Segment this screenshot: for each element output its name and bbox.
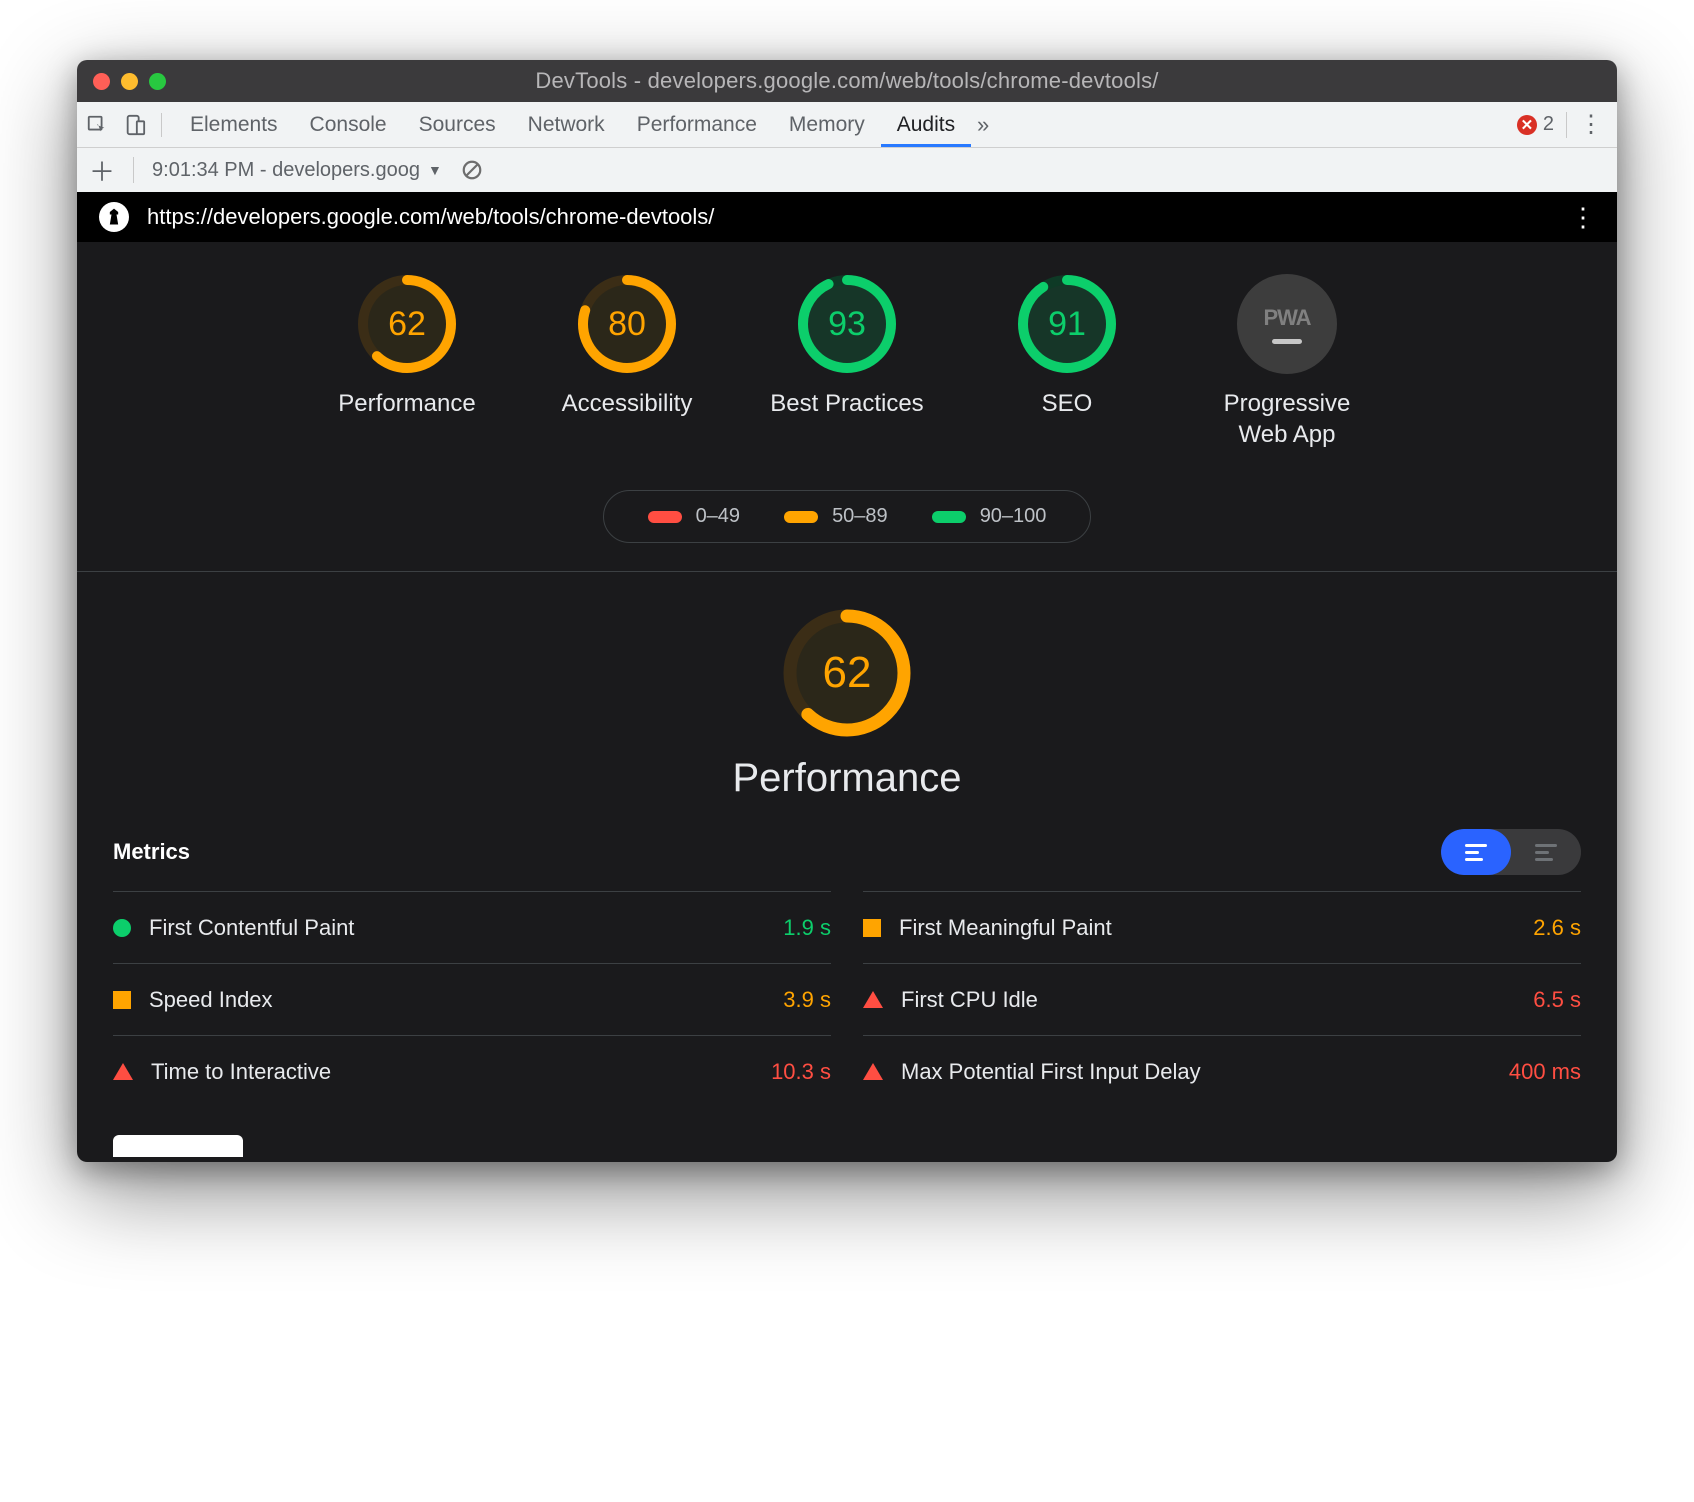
- metrics-view-toggle[interactable]: [1441, 829, 1581, 875]
- gauge-best-practices[interactable]: 93 Best Practices: [757, 274, 937, 450]
- metric-row[interactable]: Speed Index 3.9 s: [113, 963, 831, 1035]
- audit-history-select[interactable]: 9:01:34 PM - developers.goog ▼: [152, 159, 442, 182]
- zoom-window-button[interactable]: [149, 73, 166, 90]
- error-count: 2: [1543, 113, 1554, 136]
- metric-name: First Meaningful Paint: [899, 915, 1112, 941]
- category-gauges: 62 Performance 80 Accessibility 93 Best …: [77, 242, 1617, 472]
- legend-fail: 0–49: [648, 505, 741, 528]
- score-legend: 0–49 50–89 90–100: [77, 490, 1617, 543]
- metric-row[interactable]: First Contentful Paint 1.9 s: [113, 891, 831, 963]
- gauge-seo[interactable]: 91 SEO: [977, 274, 1157, 450]
- gauge-pwa[interactable]: PWA Progressive Web App: [1197, 274, 1377, 450]
- tab-performance[interactable]: Performance: [621, 102, 773, 147]
- metric-value: 6.5 s: [1533, 987, 1581, 1013]
- metrics-heading: Metrics: [113, 839, 190, 865]
- audits-toolbar: ＋ 9:01:34 PM - developers.goog ▼: [77, 148, 1617, 192]
- gauge-accessibility[interactable]: 80 Accessibility: [537, 274, 717, 450]
- titlebar: DevTools - developers.google.com/web/too…: [77, 60, 1617, 102]
- tab-sources[interactable]: Sources: [403, 102, 512, 147]
- separator: [1566, 112, 1567, 138]
- status-red-icon: [863, 991, 883, 1008]
- legend-pass: 90–100: [932, 505, 1047, 528]
- gauge-ring: 80: [577, 274, 677, 374]
- minimize-window-button[interactable]: [121, 73, 138, 90]
- close-window-button[interactable]: [93, 73, 110, 90]
- metric-row[interactable]: Time to Interactive 10.3 s: [113, 1035, 831, 1107]
- tab-elements[interactable]: Elements: [174, 102, 294, 147]
- metric-value: 10.3 s: [771, 1059, 831, 1085]
- metric-row[interactable]: First Meaningful Paint 2.6 s: [863, 891, 1581, 963]
- metric-name: Max Potential First Input Delay: [901, 1059, 1201, 1085]
- bottom-peek: [77, 1135, 1617, 1162]
- metric-name: Time to Interactive: [151, 1059, 331, 1085]
- status-orange-icon: [863, 919, 881, 937]
- gauge-ring: 62: [357, 274, 457, 374]
- view-trace-button[interactable]: [113, 1135, 243, 1157]
- report-urlbar: https://developers.google.com/web/tools/…: [77, 192, 1617, 242]
- status-orange-icon: [113, 991, 131, 1009]
- metric-value: 2.6 s: [1533, 915, 1581, 941]
- window-title: DevTools - developers.google.com/web/too…: [93, 68, 1601, 94]
- traffic-lights: [93, 73, 166, 90]
- performance-big-gauge: 62: [782, 608, 912, 738]
- clear-audit-icon[interactable]: [460, 158, 484, 182]
- status-red-icon: [113, 1063, 133, 1080]
- gauge-ring: 93: [797, 274, 897, 374]
- performance-section-title: Performance: [733, 756, 962, 801]
- error-icon: ✕: [1517, 115, 1537, 135]
- tab-console[interactable]: Console: [294, 102, 403, 147]
- lighthouse-report: https://developers.google.com/web/tools/…: [77, 192, 1617, 1162]
- chevron-down-icon: ▼: [428, 162, 442, 178]
- tab-audits[interactable]: Audits: [881, 102, 971, 147]
- metric-name: First CPU Idle: [901, 987, 1038, 1013]
- metric-value: 400 ms: [1509, 1059, 1581, 1085]
- error-count-badge[interactable]: ✕ 2: [1517, 113, 1554, 136]
- audit-history-label: 9:01:34 PM - developers.goog: [152, 159, 420, 182]
- more-tabs-icon[interactable]: »: [971, 113, 995, 137]
- metrics-section: Metrics First Contentful Paint1.9 sFirst…: [77, 821, 1617, 1135]
- gauge-ring: 91: [1017, 274, 1117, 374]
- tab-memory[interactable]: Memory: [773, 102, 881, 147]
- metric-name: Speed Index: [149, 987, 273, 1013]
- toggle-expanded-icon[interactable]: [1511, 829, 1581, 875]
- tab-network[interactable]: Network: [512, 102, 621, 147]
- toggle-compact-icon[interactable]: [1441, 829, 1511, 875]
- devtools-window: DevTools - developers.google.com/web/too…: [77, 60, 1617, 1162]
- legend-average: 50–89: [784, 505, 888, 528]
- device-toolbar-icon[interactable]: [123, 113, 147, 137]
- status-red-icon: [863, 1063, 883, 1080]
- pwa-badge-icon: PWA: [1237, 274, 1337, 374]
- audited-url: https://developers.google.com/web/tools/…: [147, 204, 714, 230]
- new-audit-button[interactable]: ＋: [89, 152, 115, 189]
- performance-section-header: 62 Performance: [77, 572, 1617, 821]
- gauge-performance[interactable]: 62 Performance: [317, 274, 497, 450]
- report-menu-icon[interactable]: ⋮: [1571, 205, 1595, 229]
- devtools-tabstrip: Elements Console Sources Network Perform…: [77, 102, 1617, 148]
- metric-row[interactable]: Max Potential First Input Delay 400 ms: [863, 1035, 1581, 1107]
- status-green-icon: [113, 919, 131, 937]
- metric-value: 1.9 s: [783, 915, 831, 941]
- metric-value: 3.9 s: [783, 987, 831, 1013]
- devtools-menu-icon[interactable]: ⋮: [1579, 113, 1603, 137]
- metric-row[interactable]: First CPU Idle 6.5 s: [863, 963, 1581, 1035]
- separator: [133, 157, 134, 183]
- inspect-element-icon[interactable]: [85, 113, 109, 137]
- lighthouse-icon: [99, 202, 129, 232]
- metric-name: First Contentful Paint: [149, 915, 354, 941]
